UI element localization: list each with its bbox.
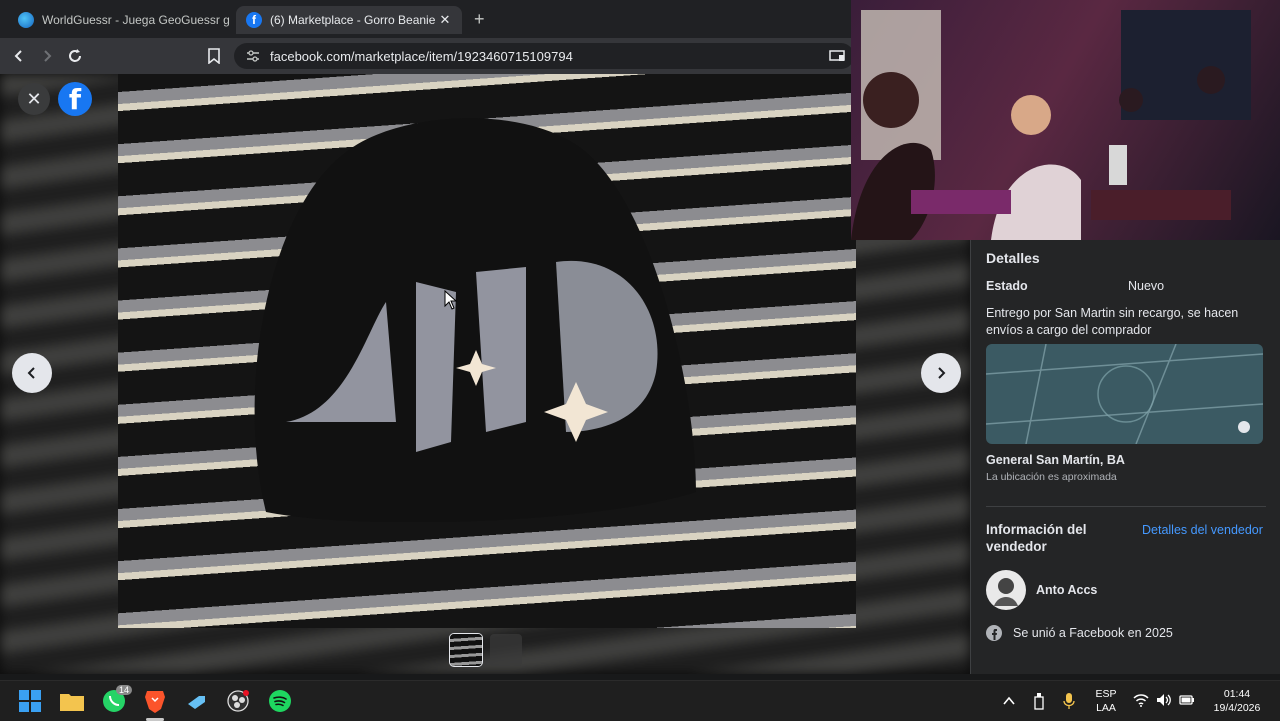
listing-details-panel: Detalles Estado Nuevo Entrego por San Ma… xyxy=(970,240,1280,674)
thumbnail-1[interactable] xyxy=(450,634,482,666)
seller-details-link[interactable]: Detalles del vendedor xyxy=(1142,523,1263,537)
reload-button[interactable] xyxy=(64,45,86,67)
notification-badge: 14 xyxy=(116,685,133,695)
spotify-button[interactable] xyxy=(268,689,292,713)
new-tab-button[interactable]: + xyxy=(474,9,485,30)
globe-icon xyxy=(18,12,34,28)
facebook-logo[interactable]: f xyxy=(58,82,92,116)
start-button[interactable] xyxy=(18,689,42,713)
site-settings-icon[interactable] xyxy=(246,49,260,63)
tab-worldguessr[interactable]: WorldGuessr - Juega GeoGuessr gratis xyxy=(8,6,230,34)
condition-value: Nuevo xyxy=(1128,279,1165,293)
location-map[interactable] xyxy=(986,344,1263,444)
whatsapp-button[interactable]: 14 xyxy=(102,685,133,713)
photo-viewer xyxy=(0,74,970,674)
bookmark-icon xyxy=(208,48,220,64)
seller-joined: Se unió a Facebook en 2025 xyxy=(1013,626,1173,640)
listing-photo xyxy=(118,74,856,628)
previous-photo-button[interactable] xyxy=(12,353,52,393)
steam-icon xyxy=(188,696,205,709)
webcam-scene xyxy=(851,10,1251,240)
chevron-left-icon xyxy=(14,50,22,62)
tab-title: WorldGuessr - Juega GeoGuessr gratis xyxy=(42,13,230,27)
webcam-overlay xyxy=(851,0,1280,240)
battery-icon[interactable] xyxy=(1179,693,1195,707)
usb-device-icon[interactable] xyxy=(1033,692,1045,710)
back-button[interactable] xyxy=(8,45,30,67)
microphone-icon[interactable] xyxy=(1063,692,1075,710)
spotify-icon xyxy=(269,690,291,712)
wifi-icon[interactable] xyxy=(1133,693,1149,707)
details-heading: Detalles xyxy=(986,250,1040,266)
seller-info-heading: Información del vendedor xyxy=(986,522,1087,554)
language-indicator[interactable]: ESP LAA xyxy=(1091,687,1121,715)
reload-icon xyxy=(69,49,81,62)
obs-icon xyxy=(227,690,249,712)
beanie-image xyxy=(254,118,696,522)
cast-icon xyxy=(829,50,845,61)
address-bar[interactable]: facebook.com/marketplace/item/1923460715… xyxy=(234,43,854,69)
clock-time: 01:44 xyxy=(1223,688,1251,700)
obs-button[interactable] xyxy=(226,689,250,713)
volume-icon[interactable] xyxy=(1156,693,1172,707)
divider xyxy=(986,506,1266,507)
avatar-image xyxy=(994,578,1018,606)
location-note: La ubicación es aproximada xyxy=(986,471,1117,483)
map-graphic xyxy=(986,344,1263,444)
language-line-2: LAA xyxy=(1096,702,1116,714)
chevron-left-icon xyxy=(27,367,35,379)
listing-description: Entrego por San Martin sin recargo, se h… xyxy=(986,306,1239,337)
language-line-1: ESP xyxy=(1095,688,1117,700)
windows-taskbar: 14 ESP LAA 01:44 19/4/2026 xyxy=(0,680,1280,721)
brave-icon xyxy=(145,691,165,713)
steam-button[interactable] xyxy=(184,689,208,713)
bookmark-button[interactable] xyxy=(203,45,225,67)
facebook-icon xyxy=(986,625,1002,641)
mouse-cursor-icon xyxy=(444,290,458,310)
clock-date: 19/4/2026 xyxy=(1213,702,1261,714)
info-icon xyxy=(1238,421,1250,433)
seller-name[interactable]: Anto Accs xyxy=(1036,583,1097,597)
url-text: facebook.com/marketplace/item/1923460715… xyxy=(270,48,573,64)
forward-button[interactable] xyxy=(36,45,58,67)
brave-browser-button[interactable] xyxy=(143,689,167,713)
close-tab-icon[interactable]: ✕ xyxy=(436,12,454,28)
tab-title: (6) Marketplace - Gorro Beanie | xyxy=(270,13,436,27)
close-viewer-button[interactable]: ✕ xyxy=(18,83,50,115)
location-name: General San Martín, BA xyxy=(986,453,1125,467)
thumbnail-2[interactable] xyxy=(490,634,522,666)
show-hidden-icons-button[interactable] xyxy=(1003,696,1015,706)
chevron-right-icon xyxy=(44,50,52,62)
chevron-right-icon xyxy=(938,367,946,379)
folder-icon xyxy=(60,694,84,711)
cast-button[interactable] xyxy=(826,45,848,67)
thumbnail-strip xyxy=(450,634,522,666)
condition-label: Estado xyxy=(986,279,1028,293)
file-explorer-button[interactable] xyxy=(60,689,84,713)
windows-logo-icon xyxy=(19,690,41,712)
next-photo-button[interactable] xyxy=(921,353,961,393)
clock[interactable]: 01:44 19/4/2026 xyxy=(1205,687,1269,715)
facebook-icon: f xyxy=(246,12,262,28)
tab-marketplace[interactable]: f (6) Marketplace - Gorro Beanie | ✕ xyxy=(236,6,462,34)
seller-avatar[interactable] xyxy=(986,570,1026,610)
